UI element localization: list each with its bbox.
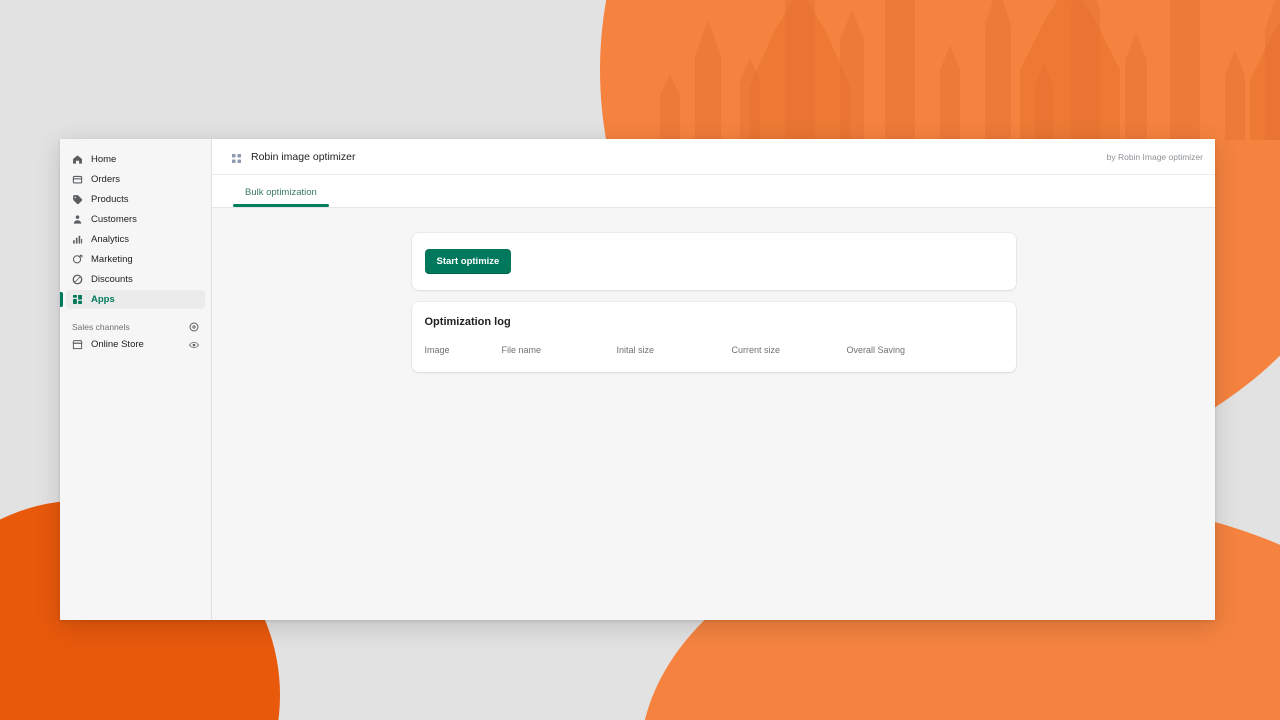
sidebar-item-discounts[interactable]: Discounts [66,270,205,289]
column-header-file-name: File name [501,345,542,355]
app-credit: by Robin Image optimizer [1106,151,1203,162]
sidebar-item-orders[interactable]: Orders [66,170,205,189]
sidebar-item-online-store[interactable]: Online Store [66,335,205,354]
content-area: Start optimize Optimization log Image Fi… [212,208,1215,620]
customers-person-icon [72,214,83,225]
sidebar-item-label: Orders [91,174,121,185]
app-blocks-icon [231,151,242,164]
sidebar-item-marketing[interactable]: Marketing [66,250,205,269]
optimization-log-table-header: Image File name Inital size Current size… [425,345,1003,355]
screenshot-root: Home Orders Products Customers Analytics… [0,0,1280,720]
sidebar-item-products[interactable]: Products [66,190,205,209]
eye-icon[interactable] [189,340,199,350]
sales-channels-title: Sales channels [72,322,130,332]
sidebar-item-label: Analytics [91,234,130,245]
page-title: Robin image optimizer [251,150,356,163]
discounts-tag-circle-icon [72,274,83,285]
column-header-image: Image [424,345,450,355]
column-header-overall-saving: Overall Saving [846,345,906,355]
products-tag-icon [72,194,83,205]
sidebar-item-label: Discounts [91,274,133,285]
sidebar-item-label: Apps [91,294,115,305]
optimization-log-title: Optimization log [424,316,511,328]
sidebar: Home Orders Products Customers Analytics… [60,139,212,620]
sidebar-item-analytics[interactable]: Analytics [66,230,205,249]
start-optimize-button[interactable]: Start optimize [424,249,512,274]
action-card-body: Start optimize [412,233,1016,290]
app-window: Home Orders Products Customers Analytics… [60,139,1215,620]
sidebar-item-home[interactable]: Home [66,150,205,169]
store-icon [72,339,83,350]
app-header: Robin image optimizer by Robin Image opt… [212,139,1215,175]
optimization-log-body: Optimization log Image File name Inital … [412,302,1016,372]
tab-bar: Bulk optimization [212,175,1215,208]
sidebar-item-label: Online Store [91,339,144,350]
action-card: Start optimize [411,233,1016,290]
tab-bulk-optimization[interactable]: Bulk optimization [233,187,329,207]
sidebar-item-label: Products [91,194,129,205]
marketing-megaphone-icon [72,254,83,265]
sales-channels-section-header: Sales channels [72,322,199,332]
tab-label: Bulk optimization [245,187,317,198]
analytics-bars-icon [72,234,83,245]
sidebar-item-apps[interactable]: Apps [60,290,205,309]
gear-icon[interactable] [189,322,199,332]
column-header-inital-size: Inital size [616,345,655,355]
home-icon [72,154,83,165]
orders-icon [72,174,83,185]
column-header-current-size: Current size [731,345,781,355]
pine-trees-silhouette-icon [660,0,1280,140]
apps-grid-icon [72,294,83,305]
sidebar-item-label: Home [91,154,117,165]
optimization-log-card: Optimization log Image File name Inital … [411,302,1016,372]
sidebar-item-label: Customers [91,214,137,225]
sidebar-item-customers[interactable]: Customers [66,210,205,229]
sidebar-item-label: Marketing [91,254,133,265]
main-area: Robin image optimizer by Robin Image opt… [212,139,1215,620]
